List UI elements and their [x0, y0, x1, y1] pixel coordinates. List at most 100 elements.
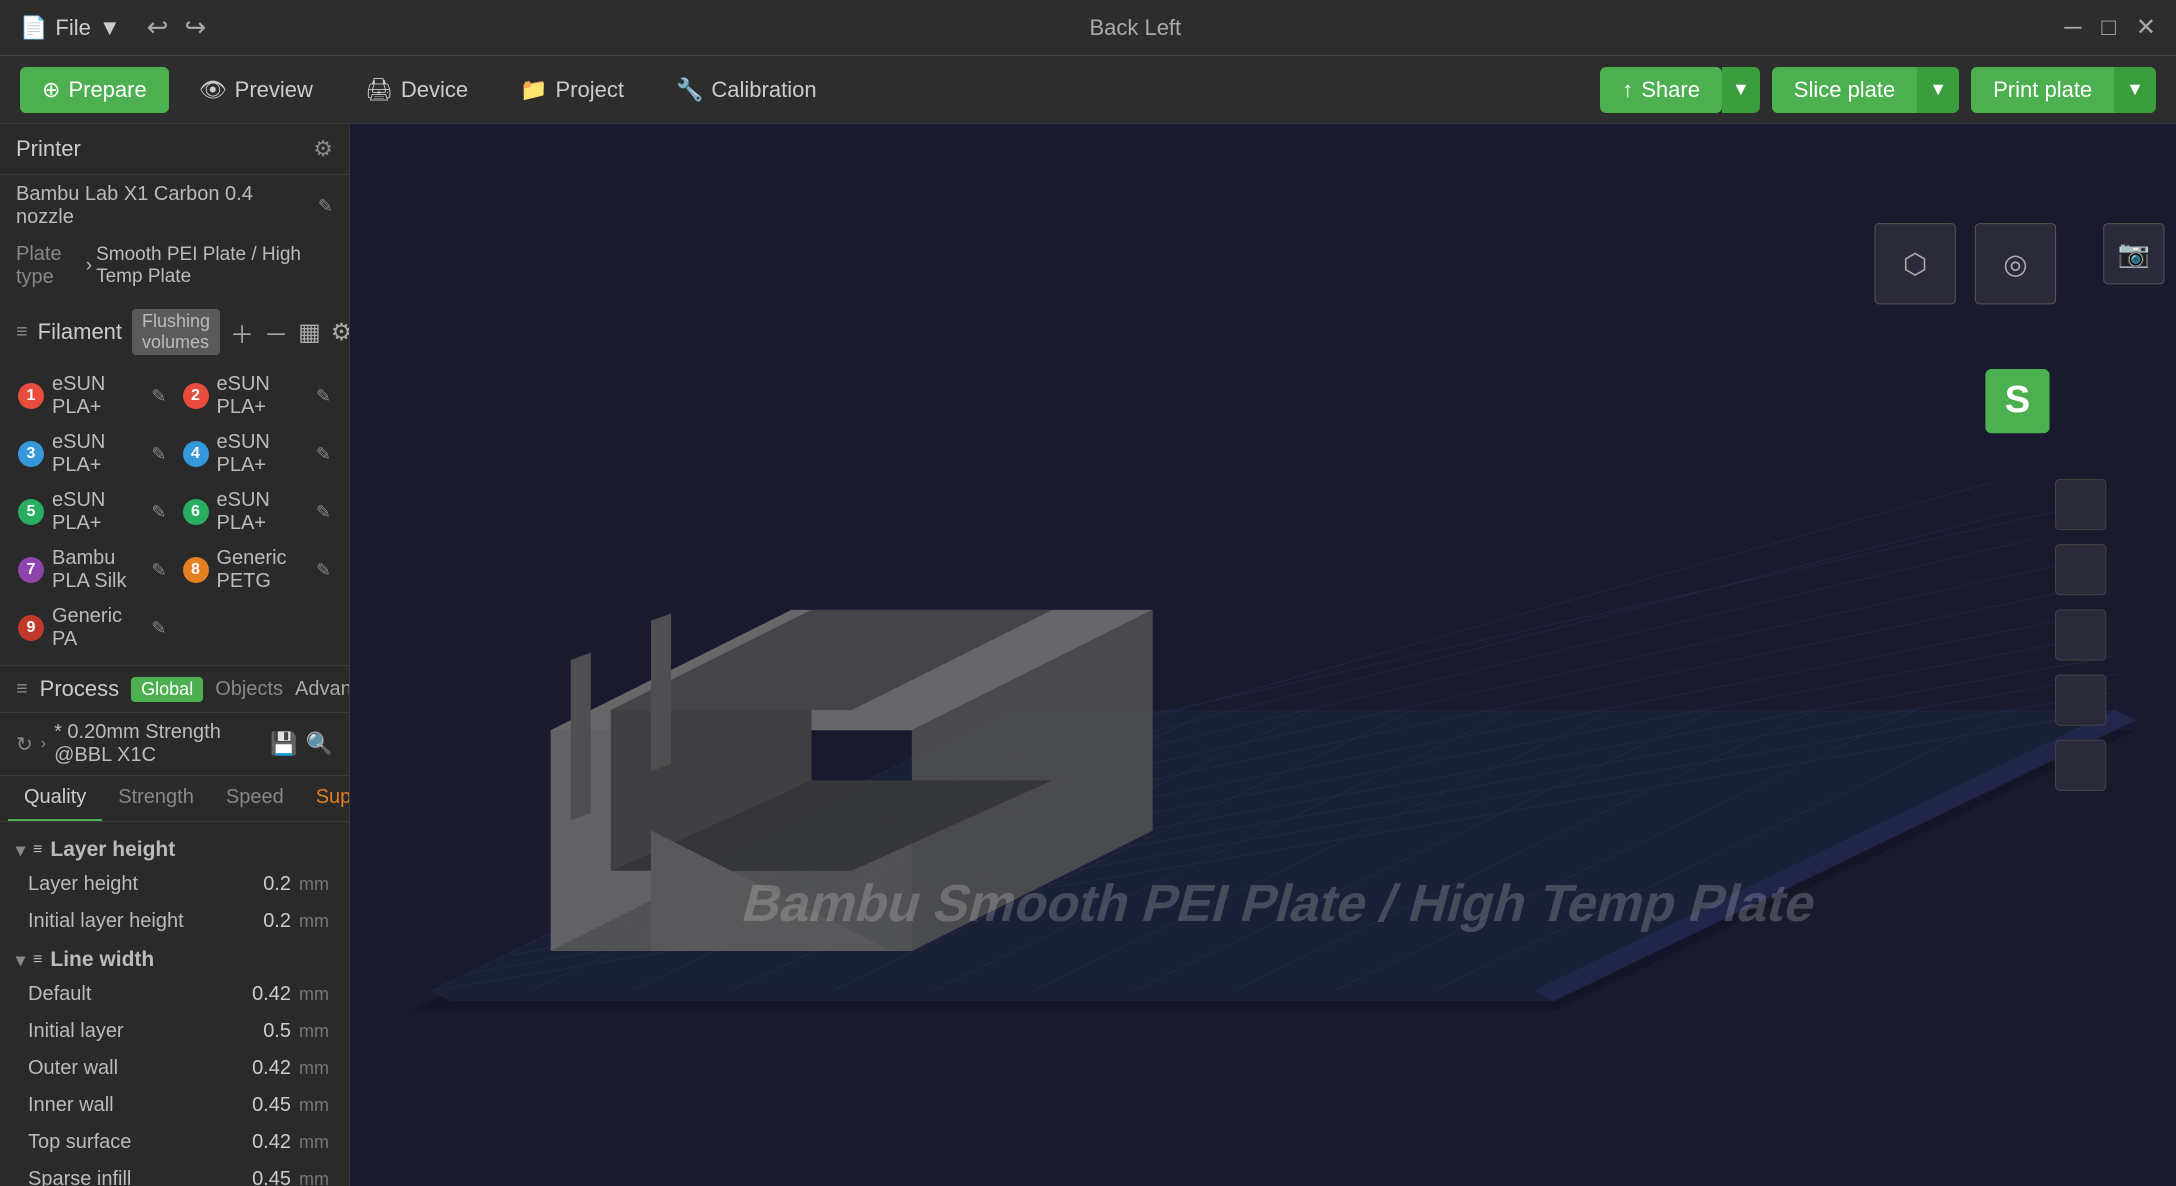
filament-settings-button[interactable]: ⚙ — [331, 318, 350, 347]
lw-default-label: Default — [28, 983, 213, 1006]
lw-default-value[interactable]: 0.42 — [221, 983, 291, 1006]
nav-project[interactable]: 📁 Project — [498, 67, 646, 113]
printer-name-row[interactable]: Bambu Lab X1 Carbon 0.4 nozzle ✎ — [0, 175, 349, 237]
lw-inner-label: Inner wall — [28, 1094, 213, 1117]
undo-button[interactable]: ↩ — [147, 12, 169, 43]
filament-name-5: eSUN PLA+ — [52, 489, 143, 535]
main-layout: Printer ⚙ Bambu Lab X1 Carbon 0.4 nozzle… — [0, 124, 2176, 1186]
print-dropdown[interactable]: ▼ — [2114, 67, 2156, 113]
preview-label: Preview — [235, 77, 313, 103]
initial-layer-height-label: Initial layer height — [28, 910, 213, 933]
share-label: Share — [1641, 77, 1700, 103]
layer-height-row[interactable]: Layer height 0.2 mm — [0, 866, 349, 903]
lw-inner-value[interactable]: 0.45 — [221, 1094, 291, 1117]
slice-button[interactable]: Slice plate — [1772, 67, 1918, 113]
nav-prepare[interactable]: ⊕ Prepare — [20, 67, 169, 113]
layer-height-group-label: Layer height — [50, 838, 175, 862]
file-dropdown-icon: ▼ — [99, 15, 121, 41]
filament-item-5[interactable]: 5 eSUN PLA+ ✎ — [12, 485, 173, 539]
layer-height-value[interactable]: 0.2 — [221, 873, 291, 896]
prepare-label: Prepare — [68, 77, 146, 103]
filament-num-7: 7 — [18, 557, 44, 583]
nav-device[interactable]: 🖨 Device — [343, 67, 490, 113]
close-button[interactable]: ✕ — [2136, 13, 2156, 42]
printer-edit-icon[interactable]: ✎ — [318, 196, 333, 217]
filament-link-2[interactable]: ✎ — [316, 386, 331, 407]
filament-remove-button[interactable]: － — [264, 315, 288, 350]
tab-quality[interactable]: Quality — [8, 776, 102, 821]
filament-num-5: 5 — [18, 499, 44, 525]
nav-calibration[interactable]: 🔧 Calibration — [654, 67, 839, 113]
filament-name-9: Generic PA — [52, 605, 143, 651]
line-width-inner-wall-row[interactable]: Inner wall 0.45 mm — [0, 1087, 349, 1124]
filament-item-7[interactable]: 7 Bambu PLA Silk ✎ — [12, 543, 173, 597]
filament-item-4[interactable]: 4 eSUN PLA+ ✎ — [177, 427, 338, 481]
filament-link-4[interactable]: ✎ — [316, 444, 331, 465]
filament-controls: ＋ － ▦ ⚙ — [230, 315, 350, 350]
flushing-badge[interactable]: Flushing volumes — [132, 309, 220, 355]
line-width-outer-wall-row[interactable]: Outer wall 0.42 mm — [0, 1050, 349, 1087]
tab-strength[interactable]: Strength — [102, 776, 210, 821]
printer-section-header: Printer ⚙ — [0, 124, 349, 175]
filament-item-8[interactable]: 8 Generic PETG ✎ — [177, 543, 338, 597]
filament-item-9[interactable]: 9 Generic PA ✎ — [12, 601, 173, 655]
process-icon: ≡ — [16, 678, 28, 701]
share-button[interactable]: ↑ Share — [1600, 67, 1722, 113]
filament-num-4: 4 — [183, 441, 209, 467]
share-dropdown[interactable]: ▼ — [1722, 67, 1760, 113]
tab-speed[interactable]: Speed — [210, 776, 300, 821]
file-icon: 📄 — [20, 15, 47, 41]
process-objects-tag[interactable]: Objects — [215, 678, 283, 701]
line-width-top-surface-row[interactable]: Top surface 0.42 mm — [0, 1124, 349, 1161]
file-label: File — [55, 15, 90, 41]
preset-search-button[interactable]: 🔍 — [306, 731, 333, 757]
initial-layer-height-value[interactable]: 0.2 — [221, 910, 291, 933]
lw-outer-value[interactable]: 0.42 — [221, 1057, 291, 1080]
printer-name-label: Bambu Lab X1 Carbon 0.4 nozzle — [16, 183, 312, 229]
line-width-group-header[interactable]: ▾ ≡ Line width — [0, 940, 349, 976]
plate-type-value[interactable]: › Smooth PEI Plate / High Temp Plate — [86, 244, 333, 288]
titlebar-buttons: ↩ ↪ — [147, 12, 207, 43]
tab-support[interactable]: Support — [300, 776, 349, 821]
filament-grid-button[interactable]: ▦ — [298, 318, 321, 347]
maximize-button[interactable]: □ — [2101, 13, 2116, 42]
print-button[interactable]: Print plate — [1971, 67, 2114, 113]
project-icon: 📁 — [520, 77, 547, 103]
viewport-3d-scene: Bambu Smooth PEI Plate / High Temp Plate… — [350, 124, 2176, 1186]
filament-link-3[interactable]: ✎ — [151, 444, 166, 465]
filament-item-3[interactable]: 3 eSUN PLA+ ✎ — [12, 427, 173, 481]
lw-top-value[interactable]: 0.42 — [221, 1131, 291, 1154]
lw-outer-label: Outer wall — [28, 1057, 213, 1080]
nav-preview[interactable]: 👁 Preview — [177, 67, 335, 113]
filament-link-1[interactable]: ✎ — [151, 386, 166, 407]
lw-sparse-value[interactable]: 0.45 — [221, 1168, 291, 1186]
process-global-tag[interactable]: Global — [131, 677, 203, 702]
filament-add-button[interactable]: ＋ — [230, 315, 254, 350]
layer-height-group-header[interactable]: ▾ ≡ Layer height — [0, 830, 349, 866]
lw-outer-unit: mm — [299, 1058, 333, 1079]
filament-item-6[interactable]: 6 eSUN PLA+ ✎ — [177, 485, 338, 539]
filament-link-5[interactable]: ✎ — [151, 502, 166, 523]
svg-text:S: S — [2005, 378, 2030, 421]
device-icon: 🖨 — [365, 77, 393, 103]
file-menu[interactable]: 📄 File ▼ — [20, 15, 121, 41]
viewport[interactable]: ⬜ ⊞ ✥ ⊡ ⬜ ⊕ ⊙ ⊚ ⊛ ⊜ ⊝ ⊞ 📷 — [350, 124, 2176, 1186]
initial-layer-height-row[interactable]: Initial layer height 0.2 mm — [0, 903, 349, 940]
line-width-default-row[interactable]: Default 0.42 mm — [0, 976, 349, 1013]
printer-settings-icon[interactable]: ⚙ — [313, 136, 333, 162]
filament-link-8[interactable]: ✎ — [316, 560, 331, 581]
left-panel: Printer ⚙ Bambu Lab X1 Carbon 0.4 nozzle… — [0, 124, 350, 1186]
filament-title: Filament — [38, 319, 122, 345]
minimize-button[interactable]: ─ — [2064, 13, 2081, 42]
line-width-initial-row[interactable]: Initial layer 0.5 mm — [0, 1013, 349, 1050]
slice-dropdown[interactable]: ▼ — [1917, 67, 1959, 113]
lw-initial-value[interactable]: 0.5 — [221, 1020, 291, 1043]
redo-button[interactable]: ↪ — [184, 12, 206, 43]
filament-item-2[interactable]: 2 eSUN PLA+ ✎ — [177, 369, 338, 423]
filament-link-6[interactable]: ✎ — [316, 502, 331, 523]
line-width-sparse-infill-row[interactable]: Sparse infill 0.45 mm — [0, 1161, 349, 1186]
filament-link-7[interactable]: ✎ — [151, 560, 166, 581]
filament-link-9[interactable]: ✎ — [151, 618, 166, 639]
filament-item-1[interactable]: 1 eSUN PLA+ ✎ — [12, 369, 173, 423]
preset-save-button[interactable]: 💾 — [270, 731, 297, 757]
